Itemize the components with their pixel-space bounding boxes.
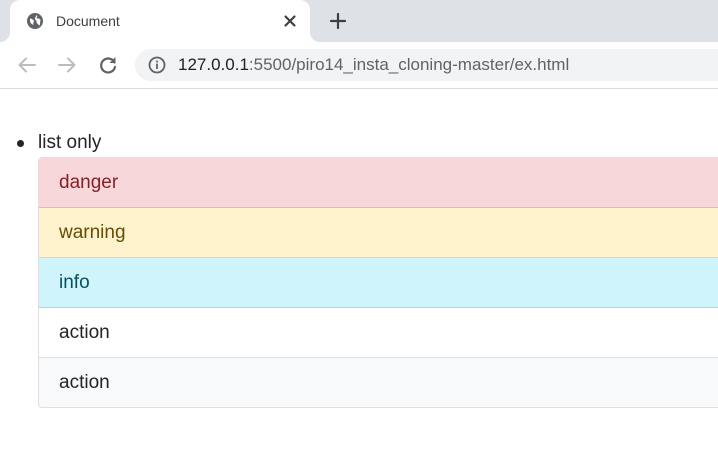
list-item-action[interactable]: action bbox=[39, 358, 718, 407]
list-item-danger: danger bbox=[39, 158, 718, 208]
browser-window: Document 127.0.0.1:5500/piro14_insta_clo… bbox=[0, 0, 718, 472]
tab-strip: Document bbox=[0, 0, 718, 42]
browser-toolbar: 127.0.0.1:5500/piro14_insta_cloning-mast… bbox=[0, 42, 718, 89]
info-icon[interactable] bbox=[148, 56, 166, 74]
reload-icon[interactable] bbox=[96, 53, 120, 77]
arrow-left-icon[interactable] bbox=[15, 53, 39, 77]
list-bullet bbox=[17, 140, 24, 147]
url-text: 127.0.0.1:5500/piro14_insta_cloning-mast… bbox=[178, 56, 569, 74]
tab-title: Document bbox=[56, 13, 120, 29]
close-icon[interactable] bbox=[281, 12, 299, 30]
arrow-right-icon[interactable] bbox=[55, 53, 79, 77]
list-item-warning: warning bbox=[39, 208, 718, 258]
page-content: list only danger warning info action act… bbox=[0, 89, 718, 472]
list-label: list only bbox=[38, 132, 102, 153]
url-host: 127.0.0.1 bbox=[178, 55, 249, 74]
plus-icon[interactable] bbox=[327, 10, 349, 32]
globe-icon bbox=[26, 12, 44, 30]
list-group: danger warning info action action bbox=[38, 157, 718, 408]
list-item-info: info bbox=[39, 258, 718, 308]
address-bar[interactable]: 127.0.0.1:5500/piro14_insta_cloning-mast… bbox=[135, 49, 718, 81]
url-path: :5500/piro14_insta_cloning-master/ex.htm… bbox=[248, 55, 570, 74]
tab-document[interactable]: Document bbox=[10, 0, 310, 42]
list-item-action[interactable]: action bbox=[39, 308, 718, 358]
